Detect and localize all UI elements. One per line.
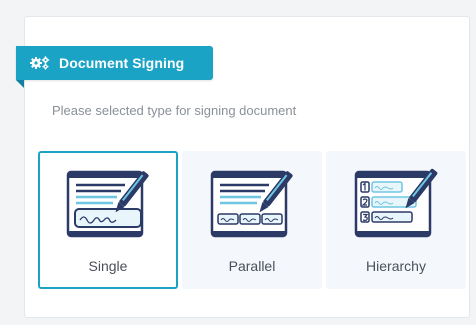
- gears-icon: [30, 56, 50, 70]
- header-title: Document Signing: [59, 55, 185, 71]
- instruction-text: Please selected type for signing documen…: [52, 103, 297, 118]
- option-label: Hierarchy: [366, 258, 426, 274]
- option-label: Single: [88, 258, 128, 274]
- document-signing-header: Document Signing: [16, 46, 213, 80]
- parallel-sign-document-icon: [210, 170, 293, 238]
- hierarchy-sign-document-icon: [354, 168, 438, 238]
- option-single[interactable]: Single: [38, 151, 178, 289]
- single-sign-document-icon: [66, 170, 149, 238]
- option-label: Parallel: [228, 258, 276, 274]
- signing-type-options: Single Parallel Hierarchy: [38, 151, 470, 289]
- ribbon-fold: [16, 80, 24, 88]
- option-hierarchy[interactable]: Hierarchy: [326, 151, 466, 289]
- option-parallel[interactable]: Parallel: [182, 151, 322, 289]
